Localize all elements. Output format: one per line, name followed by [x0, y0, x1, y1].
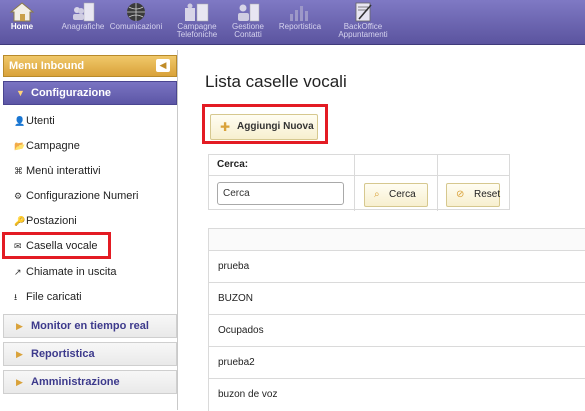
home-icon — [9, 2, 35, 22]
table-header — [208, 228, 585, 251]
sidebar-item-chiamate-in-uscita[interactable]: ↗ Chiamate in uscita — [14, 264, 117, 280]
chevron-right-icon: ▶ — [16, 349, 23, 359]
nav-comunicazioni-label: Comunicazioni — [109, 22, 163, 31]
outgoing-call-icon: ↗ — [14, 267, 22, 277]
sidebar-item-label: File caricati — [26, 291, 82, 303]
voicemail-table: prueba BUZON Ocupados prueba2 buzon de v… — [208, 228, 585, 411]
search-label: Cerca: — [217, 159, 249, 170]
reset-button[interactable]: ⊘ Reset — [446, 183, 500, 207]
highlight-add-button — [202, 104, 328, 144]
nav-reportistica[interactable]: Reportistica — [272, 0, 328, 45]
chevron-right-icon: ▶ — [16, 377, 23, 387]
sidebar: Menu Inbound ◀ ▼ Configurazione 👤Utenti … — [0, 50, 178, 410]
menu-inbound-header: Menu Inbound ◀ — [3, 55, 177, 77]
table-row[interactable]: Ocupados — [208, 315, 585, 347]
search-divider — [437, 155, 438, 211]
search-button-label: Cerca — [389, 189, 416, 200]
section-monitor[interactable]: ▶ Monitor en tiempo real — [3, 314, 177, 338]
sidebar-item-campagne[interactable]: 📂Campagne — [14, 138, 80, 154]
nav-comunicazioni[interactable]: Comunicazioni — [104, 0, 168, 45]
sidebar-item-label: Chiamate in uscita — [26, 266, 117, 278]
nav-campagne-telefoniche[interactable]: Campagne Telefoniche — [168, 0, 226, 45]
nav-home-label: Home — [10, 22, 34, 31]
search-icon: ⌕ — [374, 189, 380, 200]
section-reportistica[interactable]: ▶ Reportistica — [3, 342, 177, 366]
sidebar-item-label: Postazioni — [26, 215, 77, 227]
nav-backoffice-label2: Appuntamenti — [338, 30, 388, 39]
section-configurazione-label: Configurazione — [31, 87, 112, 99]
chevron-down-icon: ▼ — [16, 88, 25, 98]
key-icon: 🔑 — [14, 216, 26, 226]
sidebar-item-configurazione-numeri[interactable]: ⚙ Configurazione Numeri — [14, 188, 139, 204]
nav-backoffice[interactable]: BackOffice Appuntamenti — [330, 0, 396, 45]
table-row[interactable]: prueba2 — [208, 347, 585, 379]
upload-icon: ⭳ — [14, 292, 18, 302]
table-row[interactable]: buzon de voz — [208, 379, 585, 411]
search-panel: Cerca: ⌕ Cerca ⊘ Reset — [208, 154, 510, 211]
search-button[interactable]: ⌕ Cerca — [364, 183, 428, 207]
section-amministrazione[interactable]: ▶ Amministrazione — [3, 370, 177, 394]
globe-icon — [127, 3, 145, 21]
sidebar-item-postazioni[interactable]: 🔑Postazioni — [14, 213, 77, 229]
search-divider — [354, 155, 355, 211]
sidebar-item-label: Utenti — [26, 115, 55, 127]
top-nav-bar: Home Anagrafiche Comunicazioni Campagne … — [0, 0, 585, 45]
reset-button-label: Reset — [474, 189, 501, 200]
section-configurazione[interactable]: ▼ Configurazione — [3, 81, 177, 105]
sidebar-item-menu-interattivi[interactable]: ⌘ Menù interattivi — [14, 163, 101, 179]
campaign-icon — [185, 3, 209, 22]
section-reportistica-label: Reportistica — [31, 348, 95, 360]
contact-manage-icon — [238, 3, 260, 22]
gear-icon: ⚙ — [14, 191, 23, 201]
nav-reportistica-label: Reportistica — [278, 22, 322, 31]
nav-campagne-label2: Telefoniche — [176, 30, 218, 39]
nav-gestione-label2: Contatti — [234, 30, 262, 39]
nav-anagrafiche[interactable]: Anagrafiche — [58, 0, 108, 45]
sidebar-item-file-caricati[interactable]: ⭳ File caricati — [14, 289, 82, 305]
sidebar-item-label: Menù interattivi — [26, 165, 101, 177]
collapse-sidebar-icon[interactable]: ◀ — [156, 59, 170, 72]
edit-doc-icon — [355, 2, 372, 22]
highlight-casella-vocale — [2, 232, 111, 259]
nav-home[interactable]: Home — [2, 0, 42, 45]
sidebar-item-label: Configurazione Numeri — [26, 190, 139, 202]
search-divider — [209, 175, 509, 176]
search-input[interactable] — [217, 182, 344, 205]
sidebar-item-utenti[interactable]: 👤Utenti — [14, 113, 55, 129]
sidebar-item-label: Campagne — [26, 140, 80, 152]
reset-icon: ⊘ — [456, 189, 465, 200]
page-title: Lista caselle vocali — [205, 72, 347, 91]
nav-gestione-contatti[interactable]: Gestione Contatti — [224, 0, 272, 45]
bar-chart-icon — [290, 6, 308, 21]
main-content: Lista caselle vocali ✚ Aggiungi Nuova Ce… — [190, 50, 585, 411]
user-icon: 👤 — [14, 116, 26, 126]
chevron-right-icon: ▶ — [16, 321, 23, 331]
menu-inbound-title: Menu Inbound — [9, 60, 85, 72]
folder-icon: 📂 — [14, 141, 26, 151]
section-monitor-label: Monitor en tiempo real — [31, 320, 149, 332]
section-amministrazione-label: Amministrazione — [31, 376, 120, 388]
nav-anagrafiche-label: Anagrafiche — [61, 22, 105, 31]
table-row[interactable]: BUZON — [208, 283, 585, 315]
table-row[interactable]: prueba — [208, 251, 585, 283]
menu-tree-icon: ⌘ — [14, 166, 23, 176]
contacts-icon — [73, 2, 95, 22]
